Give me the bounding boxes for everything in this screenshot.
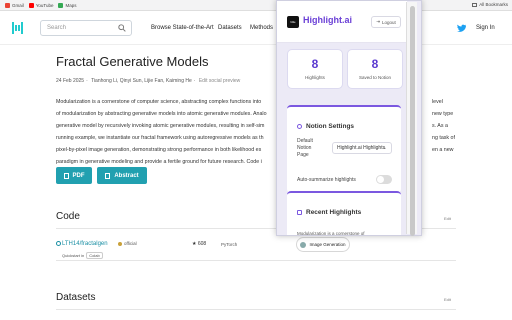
bookmarks-bar: Gmail YouTube Maps All Bookmarks: [0, 0, 512, 11]
repo-stars: ★ 608: [192, 241, 206, 247]
colab-button[interactable]: Colab: [86, 252, 103, 259]
site-navbar: Search Browse State-of-the-Art Datasets …: [0, 11, 512, 45]
search-input[interactable]: Search: [40, 20, 132, 36]
paper-title: Fractal Generative Models: [56, 54, 209, 69]
recent-highlights-card: Recent Highlights Modularization is a co…: [287, 191, 401, 235]
bookmark-youtube[interactable]: YouTube: [28, 2, 54, 8]
task-label: Image Generation: [309, 242, 346, 247]
bookmark-label: YouTube: [35, 2, 54, 8]
official-icon: [118, 241, 122, 246]
logout-icon: ⇥: [376, 19, 380, 24]
bookmark-gmail[interactable]: Gmail: [5, 2, 24, 8]
stat-saved-to-notion: 8 Saved to Notion: [347, 49, 403, 89]
logout-button[interactable]: ⇥ Logout: [371, 16, 401, 28]
official-badge: official: [118, 241, 137, 246]
default-page-value: Highlight.ai Highlights: [337, 145, 386, 151]
stat-value: 8: [311, 57, 319, 71]
datasets-heading: Datasets: [56, 292, 96, 303]
document-icon: [105, 172, 111, 179]
notion-settings-heading: Notion Settings: [297, 123, 354, 130]
gear-icon: [297, 123, 302, 129]
quickstart-label: Quickstart in: [62, 253, 85, 258]
stat-label: Highlights: [305, 75, 325, 80]
youtube-icon: [28, 2, 34, 8]
pdf-button[interactable]: PDF: [56, 167, 92, 184]
extension-logo: hilite: [287, 16, 299, 28]
logout-label: Logout: [382, 19, 396, 25]
nav-browse-sota[interactable]: Browse State-of-the-Art: [151, 25, 214, 31]
recent-highlights-heading: Recent Highlights: [297, 209, 361, 216]
toggle-knob: [377, 176, 384, 183]
gmail-icon: [5, 2, 10, 8]
auto-summarize-toggle[interactable]: [376, 175, 392, 184]
code-heading: Code: [56, 211, 80, 222]
repo-link[interactable]: LTH14/fractalgen: [62, 241, 108, 247]
paper-meta: 24 Feb 2025 · Tianhong Li, Qinyi Sun, Lij…: [56, 78, 241, 84]
sign-in-link[interactable]: Sign In: [476, 25, 495, 31]
all-bookmarks-label: All Bookmarks: [479, 2, 508, 7]
star-count: 608: [197, 241, 207, 247]
list-icon: [297, 209, 302, 215]
twitter-icon[interactable]: [457, 24, 466, 32]
divider: [56, 309, 456, 310]
document-icon: [63, 172, 69, 179]
maps-icon: [58, 2, 64, 8]
abstract-overflow-line: level: [432, 99, 443, 105]
abstract-label: Abstract: [114, 172, 139, 179]
nav-datasets[interactable]: Datasets: [218, 25, 242, 31]
auto-summarize-label: Auto-summarize highlights: [297, 177, 356, 183]
framework-label: PyTorch: [221, 242, 238, 247]
stat-highlights: 8 Highlights: [287, 49, 343, 89]
chevron-down-icon: ⌄: [382, 145, 387, 151]
bookmark-label: Gmail: [12, 2, 24, 8]
extension-scrollbar[interactable]: [406, 2, 417, 236]
bookmark-label: Maps: [65, 2, 77, 8]
edit-social-preview[interactable]: Edit social preview: [199, 78, 240, 84]
quickstart-row: Quickstart in Colab: [62, 252, 103, 259]
highlight-extension-popup: hilite Highlight.ai ⇥ Logout 8 Highlights…: [276, 0, 422, 236]
paper-date: 24 Feb 2025: [56, 78, 85, 84]
recent-highlight-preview[interactable]: Modularization is a cornerstone of: [297, 231, 365, 235]
notion-settings-card: Notion Settings Default Notion Page High…: [287, 105, 401, 193]
notion-settings-title: Notion Settings: [306, 123, 355, 130]
scrollbar-thumb[interactable]: [410, 6, 415, 236]
default-page-label-line: Page: [297, 152, 309, 158]
abstract-overflow-line: ng task of: [432, 135, 455, 141]
abstract-overflow-line: new type: [432, 111, 454, 117]
search-placeholder: Search: [47, 25, 67, 31]
pdf-label: PDF: [72, 172, 85, 179]
abstract-overflow-line: s. As a: [432, 123, 448, 129]
datasets-edit-link[interactable]: Edit: [444, 297, 451, 302]
paper-authors[interactable]: Tianhong Li, Qinyi Sun, Lijie Fan, Kaimi…: [91, 78, 192, 84]
default-page-select[interactable]: Highlight.ai Highlights ⌄: [332, 142, 392, 154]
abstract-button[interactable]: Abstract: [97, 167, 147, 184]
bookmark-maps[interactable]: Maps: [58, 2, 77, 8]
recent-highlights-title: Recent Highlights: [306, 209, 362, 216]
extension-header: hilite Highlight.ai ⇥ Logout: [277, 1, 407, 43]
github-icon: [56, 241, 61, 246]
search-icon[interactable]: [118, 24, 126, 32]
official-label: official: [124, 241, 137, 246]
all-bookmarks[interactable]: All Bookmarks: [472, 2, 508, 7]
code-edit-link[interactable]: Edit: [444, 216, 451, 221]
nav-methods[interactable]: Methods: [250, 25, 273, 31]
task-tag[interactable]: Image Generation: [296, 237, 350, 252]
pwc-logo-icon[interactable]: [12, 22, 24, 34]
folder-icon: [472, 2, 478, 7]
default-page-label: Default Notion Page: [297, 138, 313, 159]
stat-label: Saved to Notion: [358, 75, 392, 80]
stat-value: 8: [371, 57, 379, 71]
abstract-overflow: level new type s. As a ng task of en a n…: [432, 96, 472, 156]
abstract-overflow-line: en a new: [432, 147, 454, 153]
divider: [56, 260, 456, 261]
task-icon: [300, 241, 307, 248]
extension-title: Highlight.ai: [303, 15, 352, 25]
default-page-label-line: Default: [297, 138, 313, 144]
default-page-label-line: Notion: [297, 145, 312, 151]
